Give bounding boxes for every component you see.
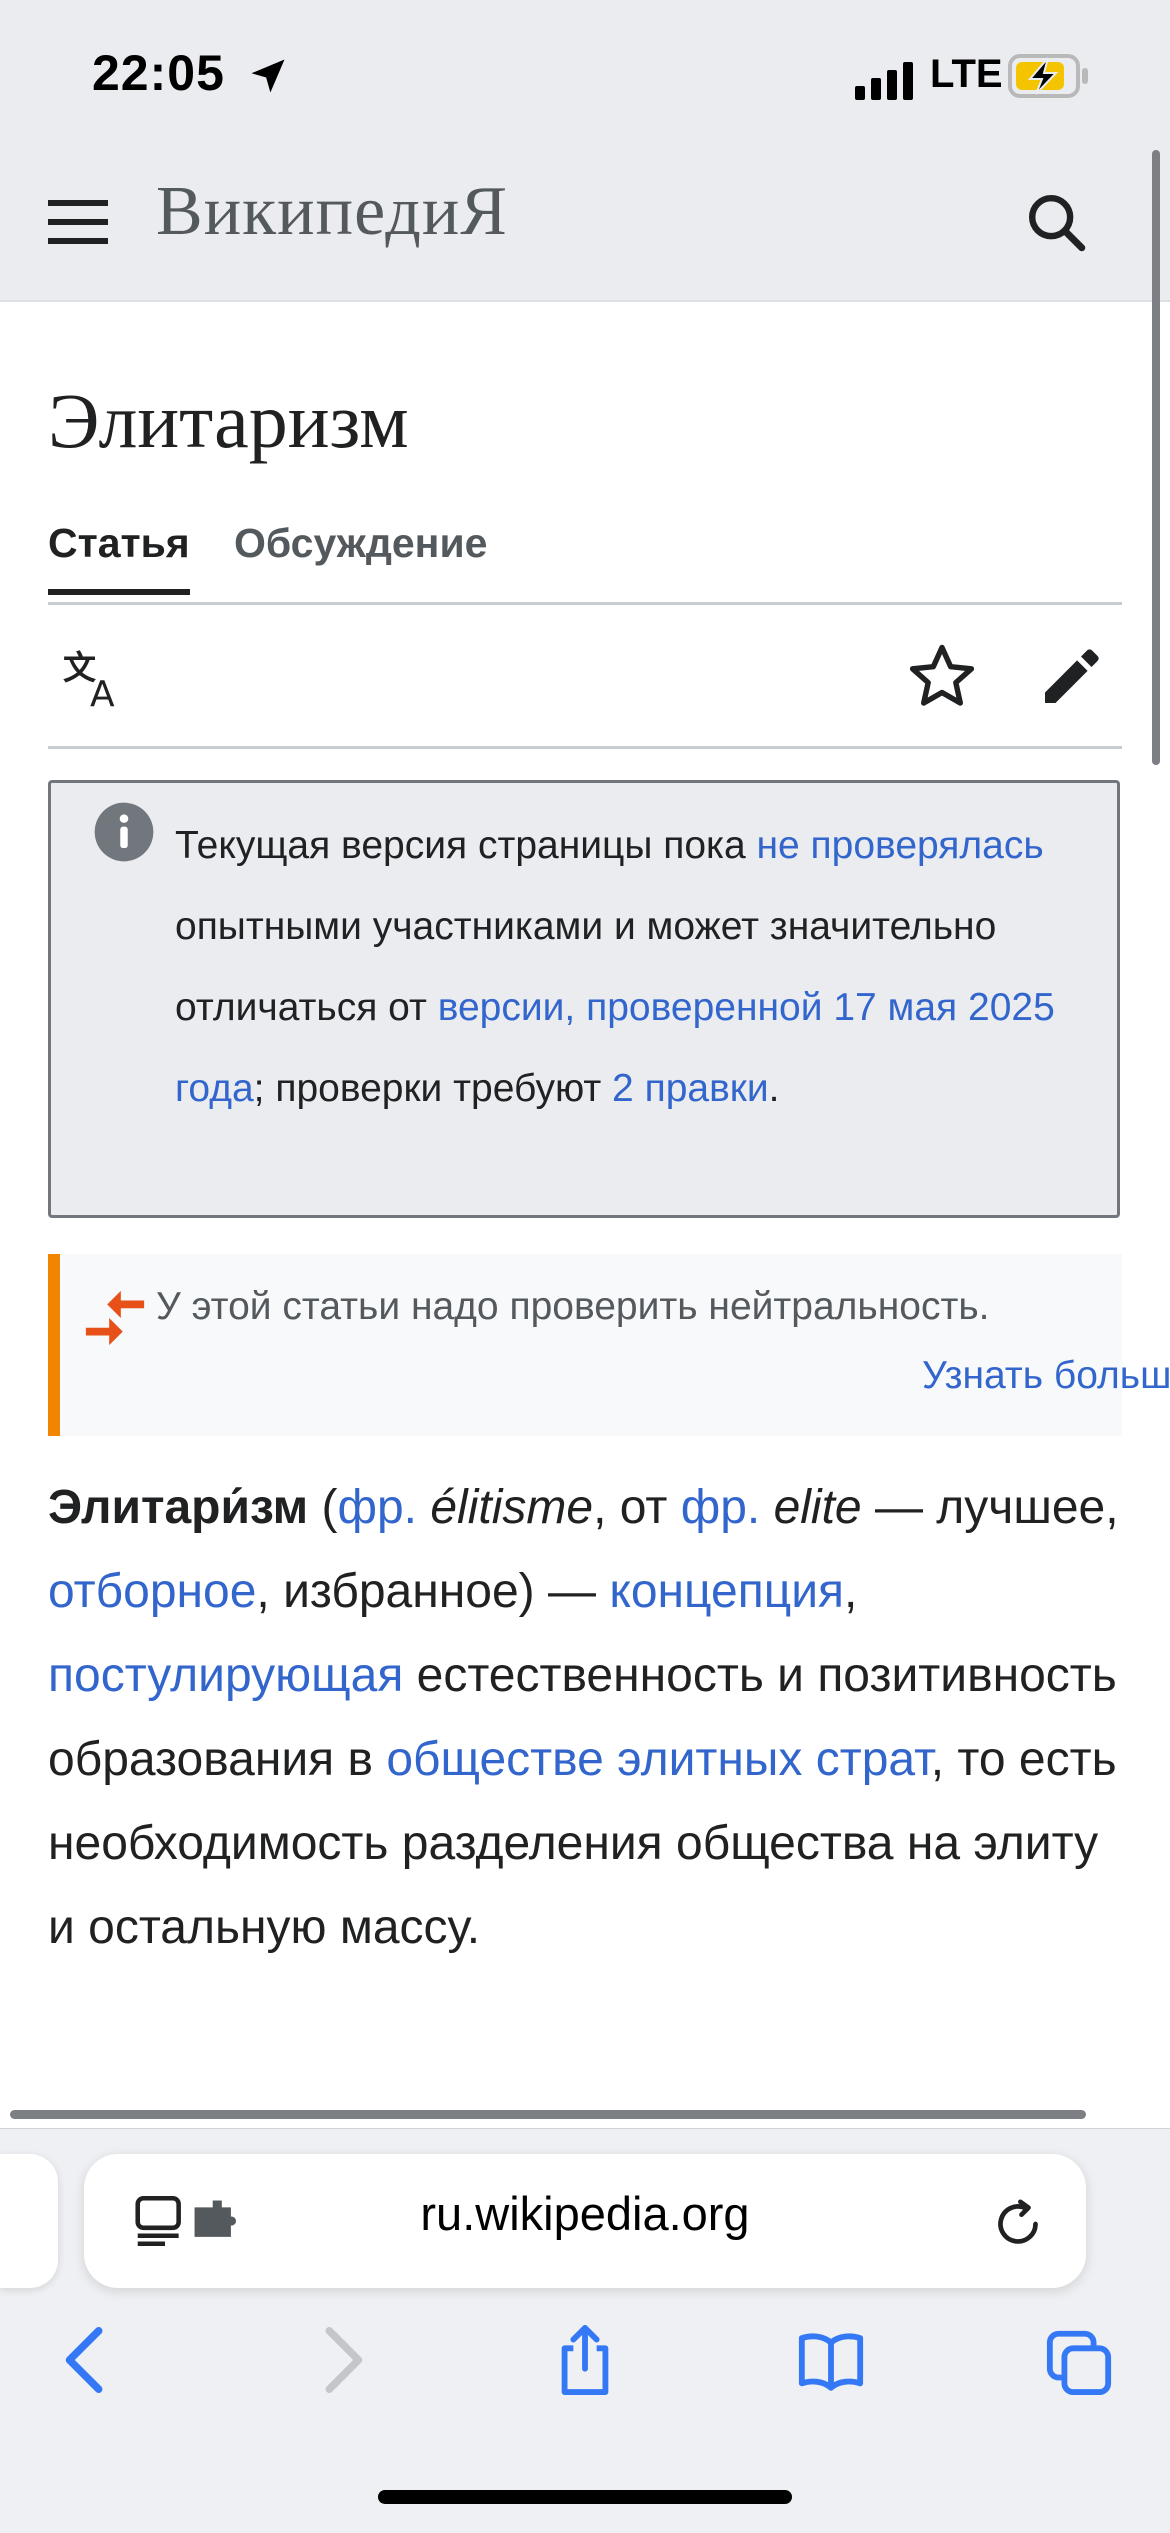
chevron-left-icon[interactable]: [52, 2322, 122, 2398]
learn-more-link[interactable]: Узнать больше: [922, 1354, 1170, 1398]
notice-text-part: ; проверки требуют: [253, 1067, 613, 1110]
home-indicator[interactable]: [378, 2490, 792, 2504]
previous-tab-preview[interactable]: [0, 2154, 58, 2288]
chevron-right-icon[interactable]: [306, 2322, 376, 2398]
merge-arrows-icon: [85, 1290, 145, 1346]
notice-text-part: .: [768, 1067, 780, 1110]
french-language-link[interactable]: фр.: [681, 1481, 761, 1534]
cellular-signal-icon: [855, 62, 913, 100]
foreign-word: élitisme: [417, 1481, 594, 1534]
battery-charging-icon: [1008, 54, 1088, 98]
wikipedia-logo[interactable]: ВикипедиЯ: [156, 172, 508, 252]
info-icon: [94, 802, 154, 862]
reload-icon[interactable]: [990, 2196, 1046, 2252]
tabs-icon[interactable]: [1044, 2322, 1114, 2398]
status-time: 22:05: [92, 45, 225, 101]
postulating-link[interactable]: постулирующая: [48, 1649, 403, 1702]
network-type: LTE: [930, 52, 1003, 96]
not-reviewed-link[interactable]: не проверялась: [756, 824, 1043, 867]
article-text-part: , избранное) —: [256, 1565, 610, 1618]
hamburger-menu-icon[interactable]: [48, 198, 108, 246]
french-language-link[interactable]: фр.: [337, 1481, 417, 1534]
tab-article[interactable]: Статья: [48, 520, 190, 595]
article-text-part: ,: [844, 1565, 858, 1618]
article-term: Элитари́зм: [48, 1481, 309, 1534]
vertical-scrollbar[interactable]: [1152, 150, 1160, 765]
elite-strata-link[interactable]: обществе элитных страт: [386, 1733, 930, 1786]
search-icon[interactable]: [1022, 188, 1092, 258]
concept-link[interactable]: концепция: [609, 1565, 844, 1618]
article-text-part: (: [308, 1481, 338, 1534]
article-text-part: , от: [593, 1481, 681, 1534]
svg-text:A: A: [90, 674, 115, 712]
star-icon[interactable]: [906, 640, 978, 712]
neutrality-text: У этой статьи надо проверить нейтральнос…: [156, 1285, 990, 1328]
location-arrow-icon: [251, 59, 285, 93]
pencil-icon[interactable]: [1036, 640, 1108, 712]
article-paragraph: Элитари́зм (фр. élitisme, от фр. elite —…: [48, 1466, 1138, 1970]
url-text[interactable]: ru.wikipedia.org: [84, 2186, 1086, 2241]
selected-link[interactable]: отборное: [48, 1565, 256, 1618]
article-text-part: — лучшее,: [861, 1481, 1119, 1534]
page-title: Элитаризм: [48, 377, 409, 464]
foreign-word: elite: [760, 1481, 862, 1534]
page-tabs: Статья Обсуждение: [48, 520, 1122, 605]
notice-text-part: Текущая версия страницы пока: [175, 824, 757, 867]
notice-text: Текущая версия страницы пока не проверял…: [175, 805, 1075, 1129]
book-icon[interactable]: [796, 2322, 866, 2398]
tab-talk[interactable]: Обсуждение: [234, 520, 487, 591]
neutrality-notice: [48, 1254, 1122, 1436]
horizontal-scrollbar[interactable]: [10, 2110, 1086, 2119]
share-icon[interactable]: [550, 2322, 620, 2398]
pending-edits-link[interactable]: 2 правки: [612, 1067, 769, 1110]
translate-icon[interactable]: 文 A: [60, 640, 132, 712]
